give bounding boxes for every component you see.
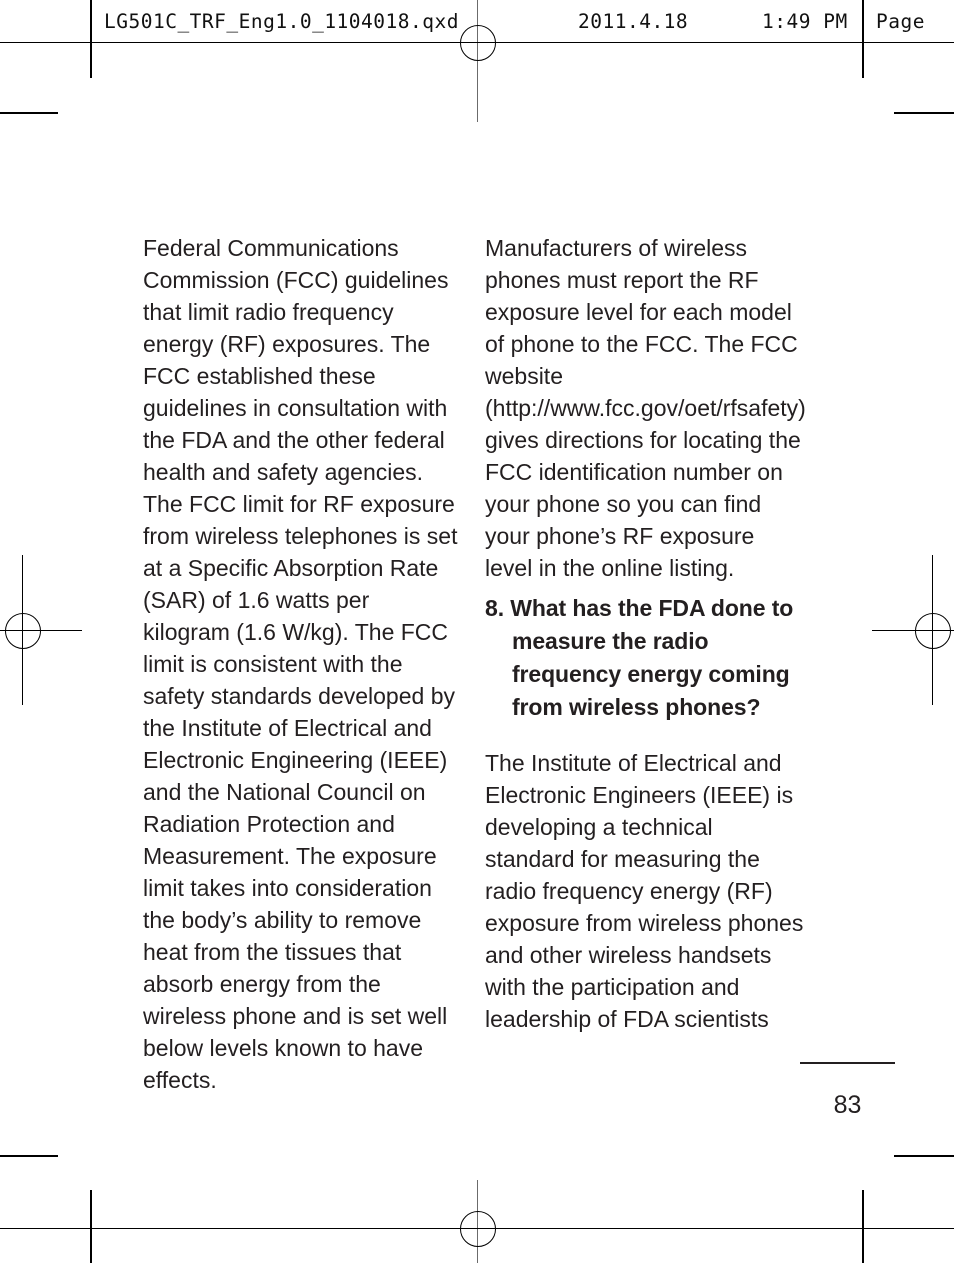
proof-header-filename: LG501C_TRF_Eng1.0_1104018.qxd — [104, 10, 459, 33]
footer-divider — [800, 1062, 895, 1064]
crop-mark-bottom-left-horizontal — [0, 1155, 58, 1157]
crop-mark-top-right-horizontal — [894, 112, 954, 114]
right-text-column: Manufacturers of wireless phones must re… — [485, 232, 807, 1035]
faq-question-heading: 8. What has the FDA done to measure the … — [485, 595, 794, 720]
proof-header-time: 1:49 PM — [762, 10, 848, 33]
page-number: 83 — [833, 1091, 862, 1119]
crop-mark-bottom-right-vertical — [862, 1190, 864, 1263]
crop-mark-bottom-left-vertical — [90, 1190, 92, 1263]
proof-header-date: 2011.4.18 — [578, 10, 689, 33]
faq-answer-paragraph: The Institute of Electrical and Electron… — [485, 750, 804, 1032]
proof-header-page-label: Page — [876, 10, 925, 33]
crop-mark-bottom-right-horizontal — [894, 1155, 954, 1157]
left-column-paragraph: Federal Communications Commission (FCC) … — [143, 235, 458, 1093]
left-text-column: Federal Communications Commission (FCC) … — [143, 232, 461, 1096]
right-column-intro-paragraph: Manufacturers of wireless phones must re… — [485, 235, 806, 581]
